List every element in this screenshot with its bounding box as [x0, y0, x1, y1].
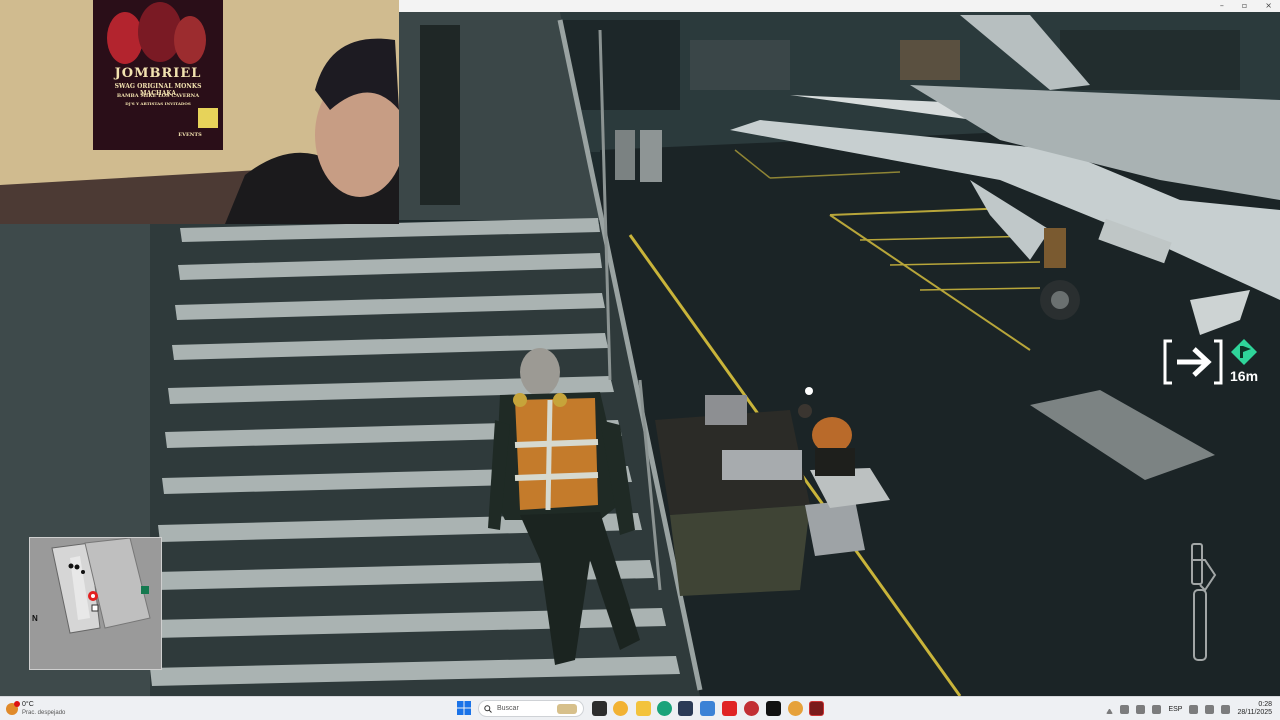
language-indicator[interactable]: ESP	[1168, 706, 1182, 713]
weather-widget[interactable]: 0°C Prac. despejado	[6, 699, 65, 719]
crosshair-dot	[805, 387, 813, 395]
close-button[interactable]: ×	[1265, 0, 1272, 12]
wifi-icon[interactable]	[1189, 704, 1199, 714]
task-view-icon[interactable]	[592, 701, 607, 716]
windows-taskbar: 0°C Prac. despejado Buscar ESP 0:28 28/1…	[0, 696, 1280, 720]
poster-footer: EVENTS	[178, 132, 202, 138]
store-icon[interactable]	[678, 701, 693, 716]
volume-icon[interactable]	[1205, 704, 1215, 714]
weather-sun-icon	[6, 701, 20, 715]
minimap-north-label: N	[32, 614, 38, 623]
arrow-right-icon	[1177, 347, 1212, 377]
objective-distance: 16m	[1230, 368, 1259, 384]
game-window-titlebar: – ▫ ×	[399, 0, 1280, 12]
weather-condition: Prac. despejado	[22, 710, 66, 716]
system-tray: ESP 0:28 28/11/2025	[1106, 697, 1272, 720]
player-position-icon	[88, 591, 98, 601]
search-icon	[484, 704, 492, 713]
maximize-button[interactable]: ▫	[1242, 0, 1247, 12]
edge-icon[interactable]	[657, 701, 672, 716]
minimap: N	[29, 537, 162, 670]
chrome-icon[interactable]	[613, 701, 628, 716]
tray-app-icon-2[interactable]	[1136, 704, 1146, 714]
clock-date: 28/11/2025	[1237, 709, 1272, 716]
microphone-icon[interactable]	[1152, 704, 1162, 714]
taskbar-search[interactable]: Buscar	[478, 700, 584, 717]
weather-temperature: 0°C	[22, 701, 34, 708]
search-highlight-icon	[557, 703, 577, 714]
hitman-game-icon[interactable]	[809, 701, 824, 716]
epic-games-icon[interactable]	[766, 701, 781, 716]
objective-marker: 16m	[1162, 338, 1262, 388]
youtube-icon[interactable]	[722, 701, 737, 716]
search-placeholder: Buscar	[497, 705, 519, 712]
poster-guests-line: DJ'S Y ARTISTAS INVITADOS	[125, 101, 191, 106]
notification-badge	[14, 701, 20, 707]
app-icon-blue[interactable]	[700, 701, 715, 716]
system-clock[interactable]: 0:28 28/11/2025	[1237, 701, 1272, 717]
windows-start-icon[interactable]	[457, 701, 471, 715]
poster-headline: JOMBRIEL	[114, 66, 202, 81]
objective-map-icon	[141, 586, 149, 594]
chevron-up-icon[interactable]	[1106, 705, 1114, 714]
app-icon-red[interactable]	[744, 701, 759, 716]
poster-artists-line-2: BAMBA MIKE LOS CAVERNA	[116, 93, 200, 99]
minimize-button[interactable]: –	[1220, 0, 1224, 12]
app-icon-orange[interactable]	[788, 701, 803, 716]
file-explorer-icon[interactable]	[636, 701, 651, 716]
webcam-overlay: JOMBRIEL SWAG ORIGINAL MONKS MACHAKA BAM…	[0, 0, 399, 224]
clock-time: 0:28	[1258, 701, 1272, 708]
green-diamond-marker-icon	[1231, 339, 1257, 365]
tray-app-icon[interactable]	[1120, 704, 1130, 714]
battery-icon[interactable]	[1221, 704, 1231, 714]
